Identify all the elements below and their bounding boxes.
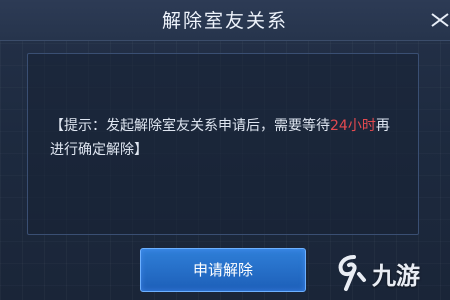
notice-text: 【提示：发起解除室友关系申请后，需要等待24小时再进行确定解除】 — [50, 114, 400, 162]
jiuyou-logo-icon — [338, 255, 366, 291]
dialog-title: 解除室友关系 — [161, 10, 288, 32]
watermark-text: 九游 — [372, 262, 420, 290]
close-button[interactable] — [426, 6, 450, 34]
close-icon — [431, 13, 449, 27]
dismiss-roommate-dialog: 解除室友关系 【提示：发起解除室友关系申请后，需要等待24小时再进行确定解除】 … — [0, 0, 450, 300]
apply-dismiss-button[interactable]: 申请解除 — [140, 248, 306, 292]
dialog-header: 解除室友关系 — [0, 0, 450, 41]
notice-prefix: 【提示：发起解除室友关系申请后，需要等待 — [50, 118, 330, 134]
notice-highlight: 24小时 — [330, 118, 376, 134]
watermark: 九游 — [334, 252, 444, 294]
